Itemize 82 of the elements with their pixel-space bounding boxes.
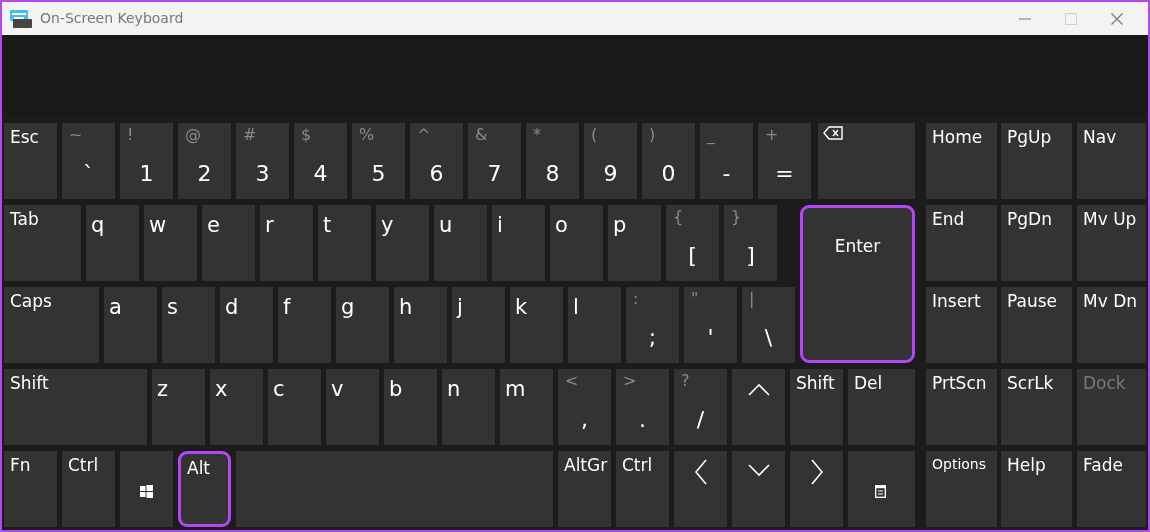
keyboard-key[interactable]: : ; — [626, 287, 679, 363]
keyboard-key[interactable]: n — [442, 369, 495, 445]
keyboard-key[interactable]: & 7 — [468, 123, 521, 199]
keyboard-key[interactable]: Nav — [1077, 123, 1146, 199]
keyboard-key[interactable]: @ 2 — [178, 123, 231, 199]
keyboard-key[interactable]: Home — [926, 123, 997, 199]
keyboard-key[interactable]: Enter — [800, 205, 915, 363]
keyboard-key[interactable]: ^ 6 — [410, 123, 463, 199]
keyboard-key[interactable]: Shift — [790, 369, 843, 445]
close-icon — [1111, 12, 1123, 25]
keyboard-key[interactable]: e — [202, 205, 255, 281]
window-title: On-Screen Keyboard — [40, 9, 184, 28]
keyboard-key[interactable]: y — [376, 205, 429, 281]
keyboard-key[interactable]: l — [568, 287, 621, 363]
keyboard-key[interactable]: PrtScn — [926, 369, 997, 445]
keyboard-key[interactable]: < , — [558, 369, 611, 445]
keyboard-key[interactable]: Options — [926, 451, 997, 527]
keyboard-key[interactable]: Del — [848, 369, 915, 445]
keyboard-key[interactable]: b — [384, 369, 437, 445]
keyboard-key[interactable]: { [ — [666, 205, 719, 281]
keyboard-key[interactable]: r — [260, 205, 313, 281]
keyboard-key[interactable]: k — [510, 287, 563, 363]
keyboard-key[interactable] — [120, 451, 173, 527]
keyboard-key[interactable]: $ 4 — [294, 123, 347, 199]
keyboard-key[interactable]: z — [152, 369, 205, 445]
menu-key-icon — [875, 485, 886, 498]
keyboard-key[interactable]: d — [220, 287, 273, 363]
keyboard-key[interactable]: q — [86, 205, 139, 281]
keyboard-key[interactable]: t — [318, 205, 371, 281]
keyboard-key[interactable]: i — [492, 205, 545, 281]
keyboard-key[interactable]: ! 1 — [120, 123, 173, 199]
keyboard-key[interactable]: g — [336, 287, 389, 363]
keyboard-icon — [10, 9, 32, 28]
keyboard-key[interactable]: ) 0 — [642, 123, 695, 199]
keyboard-key[interactable]: PgDn — [1001, 205, 1072, 281]
keyboard-key[interactable]: h — [394, 287, 447, 363]
keyboard-key[interactable]: Fn — [4, 451, 57, 527]
keyboard-key[interactable]: | \ — [742, 287, 795, 363]
keyboard-key[interactable]: o — [550, 205, 603, 281]
keyboard-key[interactable]: ~ ` — [62, 123, 115, 199]
keyboard-key[interactable]: Tab — [4, 205, 81, 281]
keyboard-key[interactable]: s — [162, 287, 215, 363]
keyboard-key[interactable]: _ - — [700, 123, 753, 199]
keyboard-key[interactable]: Help — [1001, 451, 1072, 527]
keyboard-key[interactable]: j — [452, 287, 505, 363]
keyboard-key[interactable]: c — [268, 369, 321, 445]
keyboard-key[interactable]: End — [926, 205, 997, 281]
keyboard-key[interactable]: ScrLk — [1001, 369, 1072, 445]
backspace-icon — [823, 126, 843, 140]
keyboard-key[interactable]: w — [144, 205, 197, 281]
maximize-icon — [1065, 12, 1077, 25]
keyboard-key[interactable]: Mv Up — [1077, 205, 1146, 281]
keyboard-key[interactable]: Esc — [4, 123, 57, 199]
keyboard-key[interactable]: x — [210, 369, 263, 445]
keyboard-key[interactable]: } ] — [724, 205, 777, 281]
keyboard-key[interactable]: Ctrl — [616, 451, 669, 527]
windows-icon — [140, 485, 153, 498]
keyboard-key[interactable]: Pause — [1001, 287, 1072, 363]
keyboard-key[interactable]: Alt — [178, 451, 231, 527]
keyboard-key[interactable]: f — [278, 287, 331, 363]
keyboard-key[interactable]: v — [326, 369, 379, 445]
keyboard-key[interactable]: # 3 — [236, 123, 289, 199]
keyboard-key[interactable]: Ctrl — [62, 451, 115, 527]
keyboard-key[interactable]: AltGr — [558, 451, 611, 527]
keyboard-key[interactable]: Shift — [4, 369, 147, 445]
keyboard-key[interactable]: a — [104, 287, 157, 363]
keyboard-key[interactable]: PgUp — [1001, 123, 1072, 199]
keyboard-key[interactable]: Insert — [926, 287, 997, 363]
keyboard-key[interactable]: ( 9 — [584, 123, 637, 199]
keyboard-key[interactable]: Caps — [4, 287, 99, 363]
keyboard-key[interactable]: u — [434, 205, 487, 281]
keyboard-key[interactable]: * 8 — [526, 123, 579, 199]
keyboard-key[interactable]: ? / — [674, 369, 727, 445]
keyboard-key[interactable]: p — [608, 205, 661, 281]
keyboard-key[interactable]: Fade — [1077, 451, 1146, 527]
minimize-icon — [1019, 17, 1031, 20]
keyboard-key[interactable]: m — [500, 369, 553, 445]
keyboard-key[interactable]: " ' — [684, 287, 737, 363]
keyboard-key[interactable]: + = — [758, 123, 811, 199]
keyboard-key[interactable]: % 5 — [352, 123, 405, 199]
keyboard-key[interactable]: > . — [616, 369, 669, 445]
keyboard-key[interactable]: Mv Dn — [1077, 287, 1146, 363]
